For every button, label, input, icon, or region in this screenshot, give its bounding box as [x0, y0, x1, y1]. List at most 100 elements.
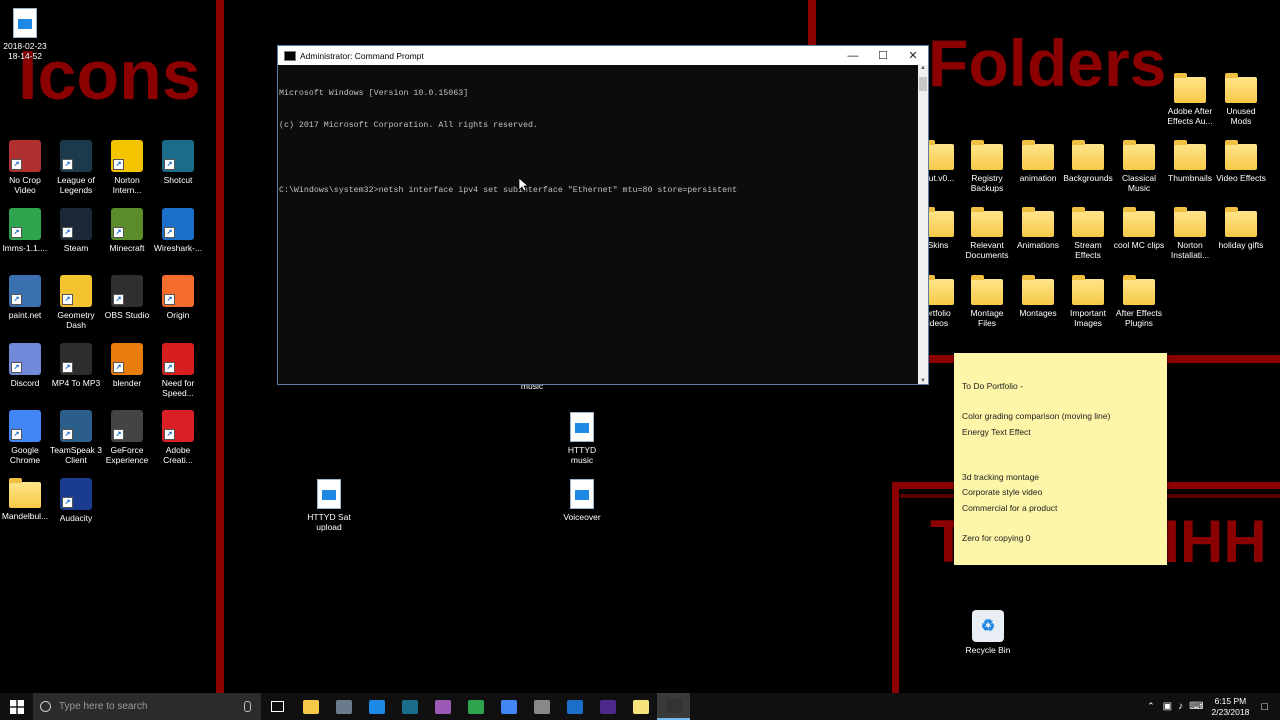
taskbar-app[interactable] — [393, 693, 426, 720]
paint-icon: ↗ — [9, 275, 41, 307]
chrome-icon: ↗ — [9, 410, 41, 442]
taskbar-app[interactable] — [591, 693, 624, 720]
clock[interactable]: 6:15 PM 2/23/2018 — [1212, 696, 1250, 718]
cmd-title-bar[interactable]: Administrator: Command Prompt — ☐ ✕ — [278, 46, 928, 65]
desktop-icon-label: Adobe Creati... — [163, 445, 193, 465]
wallpaper-heading-folders: Folders — [928, 26, 1167, 100]
desktop-icon[interactable]: ↗ Wireshark-... — [146, 207, 210, 253]
minimize-button[interactable]: — — [838, 50, 868, 62]
folder-icon — [9, 477, 41, 508]
cmd-scrollbar[interactable]: ▲ ▼ — [918, 65, 928, 384]
shotcut-icon — [401, 699, 418, 714]
search-box[interactable]: Type here to search — [33, 693, 261, 720]
windows-icon — [9, 699, 24, 714]
wallpaper-bottom-frame-side — [892, 482, 899, 693]
folder-icon — [1174, 207, 1206, 237]
desktop-icon-label: HTTYD music — [567, 445, 597, 465]
video-file-icon — [570, 412, 594, 442]
geforce-icon: ↗ — [111, 410, 143, 442]
lmms-icon — [467, 699, 484, 714]
shortcut-arrow-icon: ↗ — [164, 429, 175, 440]
chrome-icon — [500, 699, 517, 714]
desktop-icon-label: Wireshark-... — [153, 242, 203, 253]
shortcut-arrow-icon: ↗ — [62, 496, 73, 508]
desktop-icon[interactable]: ↗ Shotcut — [146, 140, 210, 185]
shortcut-arrow-icon: ↗ — [62, 294, 73, 305]
volume-icon[interactable]: ♪ — [1178, 701, 1183, 712]
adobe-cc-icon: ↗ — [162, 410, 194, 442]
shortcut-arrow-icon: ↗ — [11, 361, 22, 373]
recycle-bin-label: Recycle Bin — [965, 645, 1011, 655]
shortcut-arrow-icon: ↗ — [113, 429, 124, 440]
taskbar-app[interactable] — [624, 693, 657, 720]
wallpaper-left-bar — [216, 0, 224, 693]
network-icon[interactable]: ▣ — [1163, 701, 1172, 712]
recycle-bin[interactable]: ♻ Recycle Bin — [956, 610, 1020, 655]
microphone-icon[interactable] — [244, 701, 251, 712]
folder-item[interactable]: holiday gifts — [1209, 207, 1273, 250]
folder-icon — [1225, 207, 1257, 237]
mouse-cursor-icon — [519, 178, 528, 192]
desktop-icon-label: Need for Speed... — [161, 377, 195, 398]
desktop-icon[interactable]: HTTYD music — [550, 410, 614, 465]
scroll-down-icon[interactable]: ▼ — [918, 378, 928, 384]
folder-item[interactable]: Video Effects — [1209, 140, 1273, 183]
note-line: Energy Text Effect — [962, 426, 1031, 437]
desktop-icon[interactable]: ↗ Need for Speed... — [146, 342, 210, 398]
folder-icon — [1174, 73, 1206, 103]
minecraft-icon: ↗ — [111, 207, 143, 240]
start-button[interactable] — [0, 693, 33, 720]
nfs-icon: ↗ — [162, 342, 194, 375]
folder-item[interactable]: Unused Mods — [1209, 73, 1273, 126]
blender-icon: ↗ — [111, 342, 143, 375]
desktop-icon-label: Origin — [166, 310, 190, 320]
audacity-icon: ↗ — [60, 477, 92, 510]
desktop-file-top[interactable]: 2018-02-23 18-14-52 — [0, 6, 57, 61]
shotcut-icon: ↗ — [162, 140, 194, 172]
tray-chevron-icon[interactable]: ⌃ — [1147, 701, 1155, 712]
video-file-icon — [570, 479, 594, 509]
maximize-button[interactable]: ☐ — [868, 49, 898, 62]
geforce-icon — [533, 699, 550, 714]
taskbar-app[interactable] — [327, 693, 360, 720]
desktop-icon-label: Voiceover — [563, 512, 601, 522]
task-view-button[interactable] — [261, 693, 294, 720]
desktop-icon[interactable]: HTTYD Sat upload — [297, 477, 361, 532]
wireshark-icon — [566, 699, 583, 714]
desktop-icon[interactable]: ↗ Adobe Creati... — [146, 410, 210, 465]
note-line — [962, 394, 1159, 409]
close-button[interactable]: ✕ — [898, 49, 928, 62]
shortcut-arrow-icon: ↗ — [11, 429, 22, 440]
desktop-icon[interactable]: ↗ Audacity — [44, 477, 108, 523]
taskbar-app[interactable] — [459, 693, 492, 720]
taskbar-app[interactable] — [426, 693, 459, 720]
desktop-icon[interactable]: Voiceover — [550, 477, 614, 522]
command-prompt-window[interactable]: Administrator: Command Prompt — ☐ ✕ Micr… — [277, 45, 929, 385]
folder-icon — [1072, 207, 1104, 237]
desktop-icon[interactable]: ↗ Origin — [146, 275, 210, 320]
notifications-icon[interactable]: □ — [1261, 701, 1268, 713]
keyboard-icon[interactable]: ⌨ — [1189, 701, 1203, 712]
shortcut-arrow-icon: ↗ — [62, 361, 73, 373]
crop-icon: ↗ — [9, 140, 41, 172]
taskbar-apps — [294, 693, 690, 720]
shortcut-arrow-icon: ↗ — [164, 294, 175, 305]
taskbar-app[interactable] — [492, 693, 525, 720]
taskbar-app[interactable] — [294, 693, 327, 720]
folder-item[interactable]: After Effects Plugins — [1107, 275, 1171, 328]
scroll-up-icon[interactable]: ▲ — [918, 65, 928, 71]
note-line — [962, 516, 1159, 531]
taskbar-app[interactable] — [558, 693, 591, 720]
taskbar-app[interactable] — [360, 693, 393, 720]
cmd-console[interactable]: Microsoft Windows [Version 10.0.15063] (… — [278, 65, 918, 384]
taskbar: Type here to search ⌃ ▣ ♪ ⌨ 6:15 PM 2/23… — [0, 693, 1280, 720]
console-line: Microsoft Windows [Version 10.0.15063] — [279, 88, 469, 98]
desktop-icon-label: Shotcut — [163, 175, 193, 185]
sticky-note[interactable]: To Do Portfolio - Color grading comparis… — [954, 353, 1167, 565]
scroll-thumb[interactable] — [919, 77, 927, 91]
note-line — [962, 455, 1159, 470]
taskbar-app[interactable] — [525, 693, 558, 720]
taskbar-app[interactable] — [657, 693, 690, 720]
console-line: (c) 2017 Microsoft Corporation. All righ… — [279, 120, 538, 130]
folder-icon — [1022, 140, 1054, 170]
